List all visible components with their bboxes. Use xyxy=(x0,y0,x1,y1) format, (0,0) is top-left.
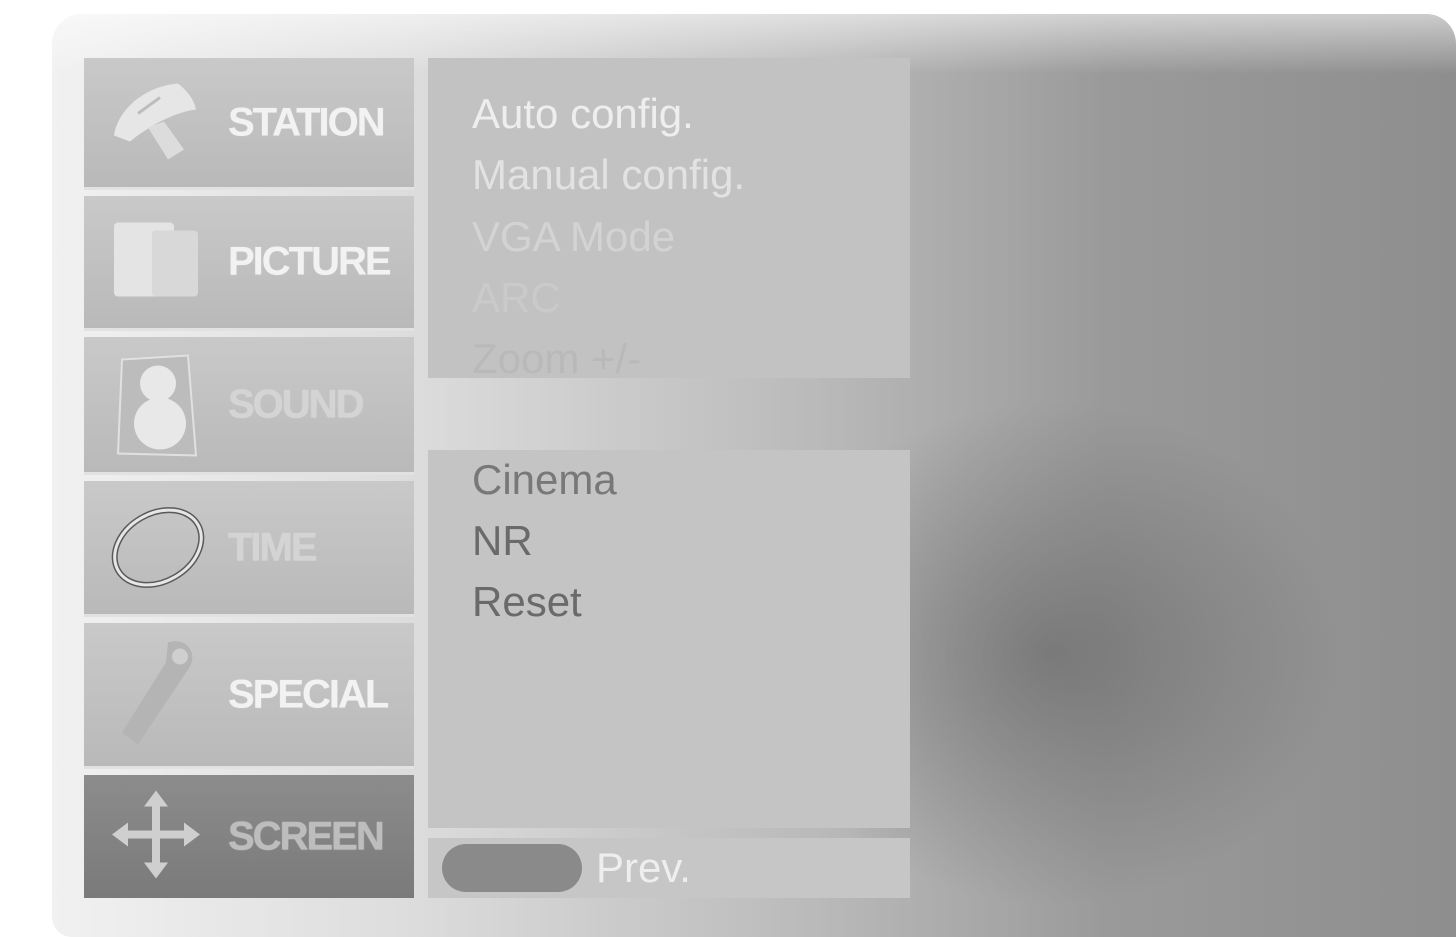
submenu-item-nr[interactable]: NR xyxy=(472,517,533,565)
menu-item-time[interactable]: TIME xyxy=(84,481,414,617)
submenu-item-arc[interactable]: ARC xyxy=(472,274,561,322)
footer-bar: Prev. xyxy=(428,838,910,898)
submenu-item-vga-mode[interactable]: VGA Mode xyxy=(472,213,675,261)
menu-label-station: STATION xyxy=(228,100,386,144)
speaker-icon xyxy=(108,347,204,462)
submenu-item-auto-config[interactable]: Auto config. xyxy=(472,90,694,138)
clock-ring-icon xyxy=(108,495,208,600)
menu-label-time: TIME xyxy=(228,525,318,569)
submenu-item-cinema[interactable]: Cinema xyxy=(472,456,617,504)
menu-item-special[interactable]: SPECIAL xyxy=(84,623,414,769)
menu-button-pill-icon[interactable] xyxy=(442,844,582,892)
picture-folder-icon xyxy=(108,217,204,308)
menu-label-screen: SCREEN xyxy=(228,814,385,858)
menu-item-picture[interactable]: PICTURE xyxy=(84,196,414,331)
menu-item-screen[interactable]: SCREEN xyxy=(84,775,414,898)
screen-submenu-bottom: Cinema NR Reset xyxy=(428,450,910,828)
satellite-dish-icon xyxy=(108,77,204,168)
prev-label: Prev. xyxy=(596,844,691,891)
menu-label-picture: PICTURE xyxy=(228,239,392,284)
submenu-item-zoom[interactable]: Zoom +/- xyxy=(472,335,641,383)
screen-submenu-top: Auto config. Manual config. VGA Mode ARC… xyxy=(428,58,910,382)
key-tag-icon xyxy=(108,632,208,757)
submenu-item-manual-config[interactable]: Manual config. xyxy=(472,151,745,199)
menu-label-sound: SOUND xyxy=(228,382,364,426)
submenu-item-reset[interactable]: Reset xyxy=(472,578,582,626)
move-arrows-icon xyxy=(108,786,204,887)
menu-item-station[interactable]: STATION xyxy=(84,58,414,190)
menu-item-sound[interactable]: SOUND xyxy=(84,337,414,475)
menu-label-special: SPECIAL xyxy=(228,672,389,716)
